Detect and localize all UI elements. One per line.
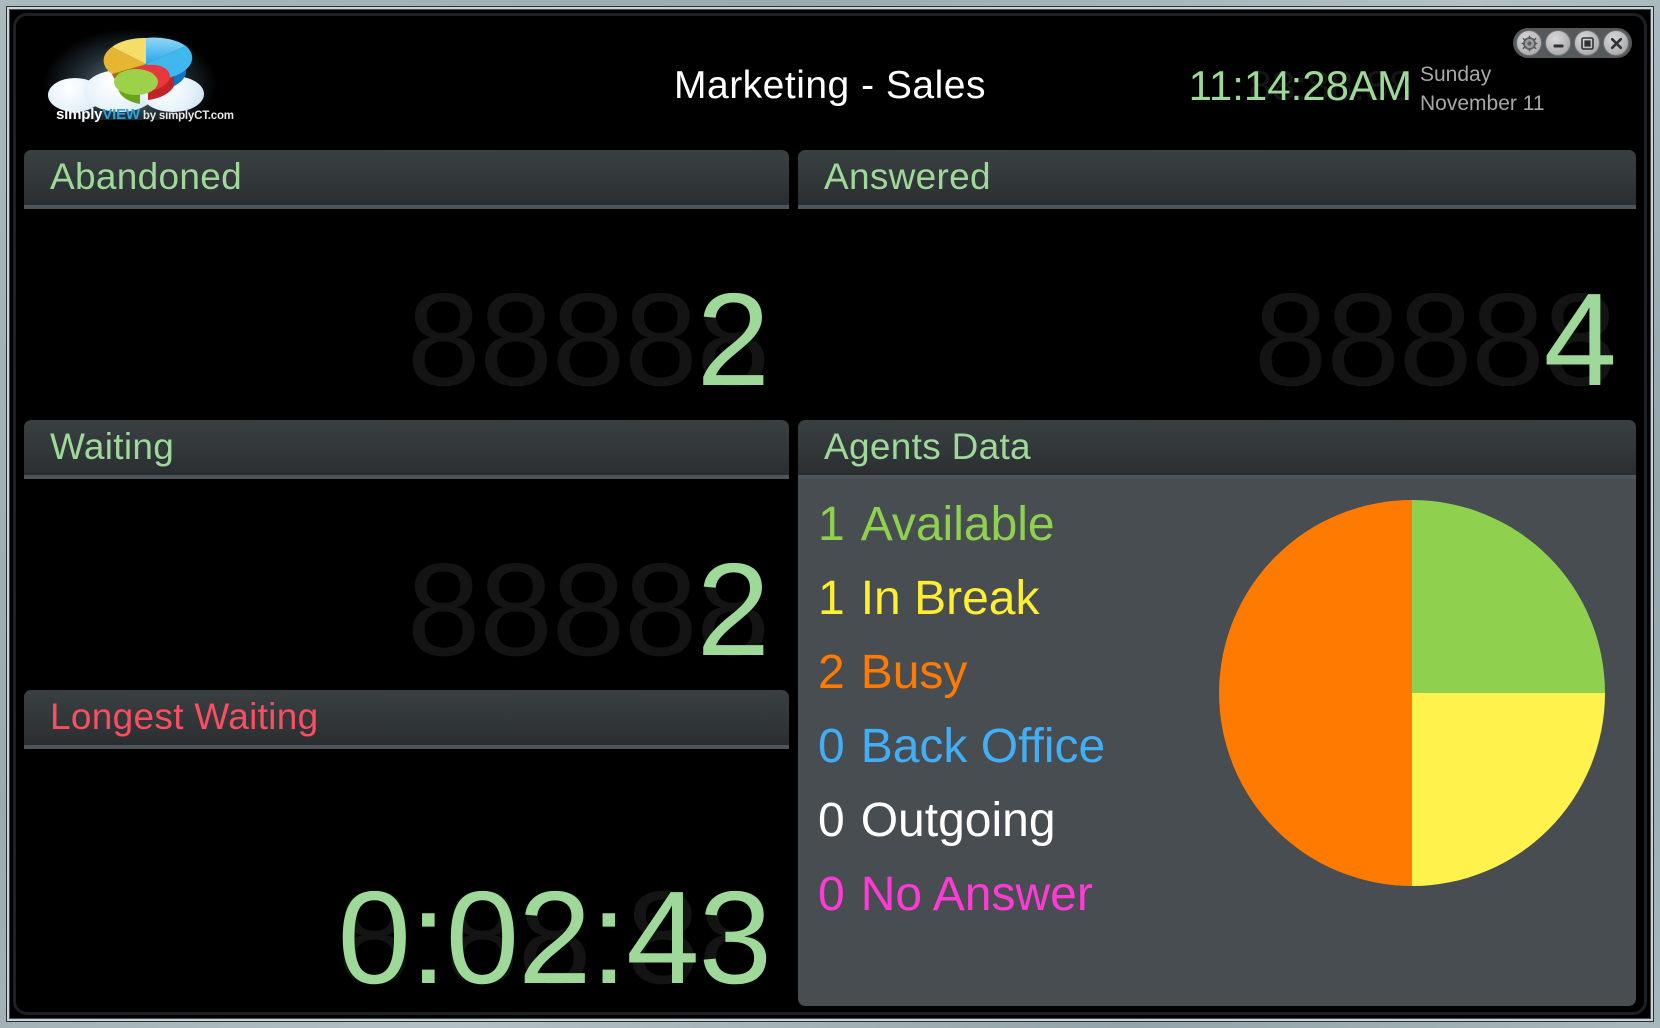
panel-waiting-display: 88888 2 bbox=[38, 479, 775, 666]
agent-row-outgoing: 0 Outgoing bbox=[818, 793, 1105, 867]
agent-count-busy: 2 bbox=[818, 646, 845, 699]
agent-label-back-office: Back Office bbox=[860, 720, 1106, 773]
pie-slice-in-break bbox=[1412, 693, 1605, 886]
agent-label-outgoing: Outgoing bbox=[860, 794, 1056, 847]
panel-waiting: Waiting 88888 2 bbox=[24, 420, 789, 678]
panel-answered-display: 88888 4 bbox=[812, 209, 1622, 396]
logo-word-by: by simplyCT.com bbox=[139, 110, 234, 122]
panel-agents-data-header: Agents Data bbox=[798, 420, 1636, 479]
date-monthday: November 11 bbox=[1420, 92, 1545, 115]
agent-label-available: Available bbox=[860, 498, 1055, 551]
panel-answered: Answered 88888 4 bbox=[798, 150, 1636, 408]
right-column: Answered 88888 4 Agents Data 1 Available… bbox=[798, 150, 1636, 1006]
panel-agents-data: Agents Data 1 Available 1 In Break 2 Bus… bbox=[798, 420, 1636, 1006]
panel-longest-waiting-body: 8:88:88 0:02:43 bbox=[24, 749, 789, 1006]
maximize-icon bbox=[1580, 36, 1594, 50]
panel-answered-body: 88888 4 bbox=[798, 209, 1636, 408]
dashboard-screen: simplyVIEW by simplyCT.com Marketing - S… bbox=[13, 13, 1647, 1015]
date-display: Sunday November 11 bbox=[1420, 60, 1572, 118]
waiting-readout: 88888 2 bbox=[407, 536, 770, 667]
agent-count-outgoing: 0 bbox=[818, 794, 845, 847]
longest-waiting-readout: 8:88:88 0:02:43 bbox=[337, 864, 772, 995]
panel-waiting-title: Waiting bbox=[50, 426, 175, 467]
agent-label-in-break: In Break bbox=[860, 572, 1040, 625]
abandoned-value: 2 bbox=[696, 266, 770, 397]
agent-row-busy: 2 Busy bbox=[818, 645, 1105, 719]
window-frame-outer: simplyVIEW by simplyCT.com Marketing - S… bbox=[6, 6, 1654, 1022]
agent-count-no-answer: 0 bbox=[818, 868, 845, 921]
maximize-button[interactable] bbox=[1574, 30, 1600, 56]
panel-answered-title: Answered bbox=[824, 156, 991, 197]
panel-answered-header: Answered bbox=[798, 150, 1636, 209]
panel-abandoned: Abandoned 88888 2 bbox=[24, 150, 789, 408]
agent-count-available: 1 bbox=[818, 498, 845, 551]
agents-status-list: 1 Available 1 In Break 2 Busy 0 Back Off… bbox=[818, 497, 1105, 941]
panel-agents-data-body: 1 Available 1 In Break 2 Busy 0 Back Off… bbox=[798, 479, 1636, 1006]
dashboard-body: Abandoned 88888 2 Waiting 88888 2 Longes… bbox=[16, 144, 1644, 1012]
left-column: Abandoned 88888 2 Waiting 88888 2 Longes… bbox=[24, 150, 789, 1006]
header-bar: simplyVIEW by simplyCT.com Marketing - S… bbox=[16, 16, 1644, 144]
panel-waiting-header: Waiting bbox=[24, 420, 789, 479]
longest-waiting-value: 0:02:43 bbox=[337, 864, 772, 995]
agent-label-busy: Busy bbox=[860, 646, 968, 699]
panel-abandoned-header: Abandoned bbox=[24, 150, 789, 209]
minimize-button[interactable] bbox=[1545, 30, 1571, 56]
logo-word-view: VIEW bbox=[102, 106, 140, 123]
panel-waiting-body: 88888 2 bbox=[24, 479, 789, 678]
waiting-value: 2 bbox=[696, 536, 770, 667]
agent-label-no-answer: No Answer bbox=[860, 868, 1093, 921]
clock: 88:88:88 11:14:28AM bbox=[1189, 62, 1412, 114]
clock-value: 11:14:28AM bbox=[1188, 62, 1412, 109]
answered-value: 4 bbox=[1543, 266, 1617, 397]
window-frame-inner: simplyVIEW by simplyCT.com Marketing - S… bbox=[9, 9, 1651, 1019]
panel-longest-waiting: Longest Waiting 8:88:88 0:02:43 bbox=[24, 690, 789, 1006]
close-icon bbox=[1610, 37, 1622, 49]
panel-abandoned-display: 88888 2 bbox=[38, 209, 775, 396]
pie-slice-busy bbox=[1219, 500, 1412, 886]
agent-count-in-break: 1 bbox=[818, 572, 845, 625]
application-window: simplyVIEW by simplyCT.com Marketing - S… bbox=[0, 0, 1660, 1028]
logo-word-simply: simply bbox=[56, 106, 103, 123]
panel-abandoned-body: 88888 2 bbox=[24, 209, 789, 408]
minimize-icon bbox=[1553, 44, 1563, 47]
window-controls bbox=[1513, 28, 1632, 58]
panel-longest-waiting-title: Longest Waiting bbox=[50, 696, 319, 737]
panel-agents-data-title: Agents Data bbox=[824, 426, 1031, 467]
abandoned-readout: 88888 2 bbox=[407, 266, 770, 397]
agent-row-available: 1 Available bbox=[818, 497, 1105, 571]
panel-abandoned-title: Abandoned bbox=[50, 156, 242, 197]
pie-slice-available bbox=[1412, 500, 1605, 693]
agent-row-back-office: 0 Back Office bbox=[818, 719, 1105, 793]
settings-button[interactable] bbox=[1516, 30, 1542, 56]
agent-count-back-office: 0 bbox=[818, 720, 845, 773]
agent-row-in-break: 1 In Break bbox=[818, 571, 1105, 645]
panel-longest-waiting-display: 8:88:88 0:02:43 bbox=[38, 749, 775, 994]
logo-wordmark: simplyVIEW by simplyCT.com bbox=[56, 106, 234, 123]
panel-longest-waiting-header: Longest Waiting bbox=[24, 690, 789, 749]
agent-row-no-answer: 0 No Answer bbox=[818, 867, 1105, 941]
date-weekday: Sunday bbox=[1420, 63, 1492, 86]
agents-pie-chart bbox=[1219, 500, 1605, 886]
gear-icon bbox=[1521, 35, 1537, 51]
answered-readout: 88888 4 bbox=[1254, 266, 1617, 397]
close-button[interactable] bbox=[1603, 30, 1629, 56]
